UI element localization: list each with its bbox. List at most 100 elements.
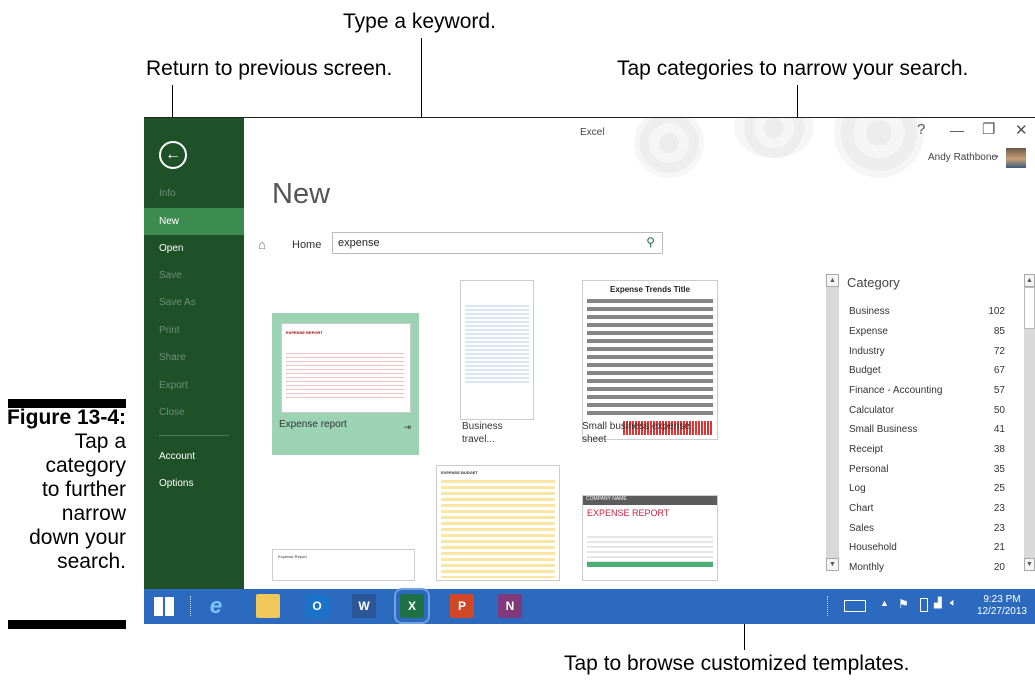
sidebar-item-close: Close [159, 407, 185, 418]
category-label: Small Business [849, 424, 918, 435]
sidebar-item-new[interactable]: New [144, 208, 244, 235]
avatar[interactable] [1006, 148, 1026, 168]
category-scrollbar-left[interactable]: ▲ ▼ [826, 274, 839, 571]
category-label: Monthly [849, 562, 885, 573]
scroll-down-icon[interactable]: ▼ [1024, 558, 1035, 571]
volume-icon[interactable]: 🔈︎ [950, 597, 957, 610]
category-item[interactable]: Finance - Accounting 57 [849, 381, 1025, 400]
keyboard-icon[interactable] [844, 600, 866, 612]
home-link[interactable]: Home [292, 239, 321, 251]
template-thumbnail-company-expense[interactable]: COMPANY NAME EXPENSE REPORT [582, 495, 718, 581]
thumb-grid [441, 480, 555, 578]
outlook-icon[interactable]: O [305, 594, 329, 618]
thumb-header: EXPENSE BUDGET [441, 470, 478, 475]
category-item[interactable]: Chart 23 [849, 499, 1025, 518]
app-title: Excel [580, 127, 605, 138]
template-name: Expense report [279, 419, 347, 430]
chevron-down-icon[interactable]: ▾ [995, 153, 999, 161]
sidebar-item-open[interactable]: Open [144, 235, 244, 262]
template-name[interactable]: Business travel... [462, 420, 522, 446]
tree-ring-decoration [734, 118, 814, 158]
category-item[interactable]: Personal 35 [849, 460, 1025, 479]
start-windows-icon[interactable] [154, 597, 174, 616]
windows-taskbar: e O W X P N ▲ ⚑ ▟ 🔈︎ 9:23 PM 12/27/2013 [144, 588, 1035, 624]
template-card-expense-report[interactable]: EXPENSE REPORT Expense report ⇥ [272, 313, 419, 455]
word-icon[interactable]: W [352, 594, 376, 618]
template-thumbnail: EXPENSE REPORT [281, 323, 411, 413]
category-item[interactable]: Business 102 [849, 302, 1025, 321]
template-thumbnail-expense-budget[interactable]: EXPENSE BUDGET [436, 465, 560, 581]
help-button[interactable]: ? [917, 121, 925, 138]
pin-icon[interactable]: ⇥ [403, 422, 411, 433]
sidebar-item-options[interactable]: Options [144, 470, 244, 497]
signal-icon[interactable]: ▟ [934, 598, 942, 609]
category-label: Sales [849, 523, 875, 534]
category-count: 23 [993, 523, 1005, 534]
category-count: 72 [993, 346, 1005, 357]
sidebar-item-save: Save [159, 270, 182, 281]
callout-return: Return to previous screen. [146, 57, 393, 80]
thumb-company: COMPANY NAME [583, 496, 717, 505]
template-thumbnail-expense-report-small[interactable]: Expense Report [272, 549, 415, 581]
category-item[interactable]: Budget 67 [849, 361, 1025, 380]
internet-explorer-icon[interactable]: e [204, 594, 228, 618]
template-thumbnail-business-travel[interactable] [460, 280, 534, 420]
onenote-icon[interactable]: N [498, 594, 522, 618]
category-item[interactable]: Log 25 [849, 479, 1025, 498]
category-count: 35 [993, 464, 1005, 475]
search-box[interactable]: expense ⚲ [332, 232, 663, 254]
category-item[interactable]: Sales 23 [849, 519, 1025, 538]
caption-line: Tap a [74, 430, 126, 453]
file-explorer-icon[interactable] [256, 594, 280, 618]
callout-keyword: Type a keyword. [343, 10, 496, 33]
template-thumbnail-small-business-expense[interactable]: Expense Trends Title [582, 280, 718, 440]
battery-icon[interactable] [920, 598, 928, 612]
category-label: Expense [849, 326, 888, 337]
category-item[interactable]: Expense 85 [849, 322, 1025, 341]
main-scrollbar-right[interactable]: ▲ ▼ [1024, 274, 1035, 571]
restore-button[interactable]: ❐ [982, 120, 995, 138]
category-label: Receipt [849, 444, 883, 455]
sidebar-item-export: Export [159, 380, 188, 391]
category-item[interactable]: Small Business 41 [849, 420, 1025, 439]
search-icon[interactable]: ⚲ [646, 235, 655, 249]
scroll-up-icon[interactable]: ▲ [826, 274, 839, 287]
home-icon[interactable]: ⌂ [258, 237, 266, 252]
excel-icon[interactable]: X [394, 588, 430, 624]
flag-icon[interactable]: ⚑ [898, 597, 909, 611]
scroll-down-icon[interactable]: ▼ [826, 558, 839, 571]
caption-line: category [45, 454, 126, 477]
scroll-thumb[interactable] [1024, 287, 1035, 329]
back-arrow-icon[interactable]: ← [159, 141, 187, 169]
category-count: 21 [993, 542, 1005, 553]
clock-date: 12/27/2013 [976, 606, 1027, 617]
tree-ring-decoration [834, 118, 924, 178]
sidebar-item-info: Info [159, 188, 176, 199]
user-name[interactable]: Andy Rathbone [928, 152, 997, 163]
thumb-grid [587, 299, 713, 419]
category-count: 50 [993, 405, 1005, 416]
taskbar-separator [827, 596, 830, 616]
scroll-up-icon[interactable]: ▲ [1024, 274, 1035, 287]
thumb-total [587, 562, 713, 567]
taskbar-clock[interactable]: 9:23 PM 12/27/2013 [977, 594, 1027, 618]
sidebar-item-share: Share [159, 352, 186, 363]
category-label: Industry [849, 346, 885, 357]
taskbar-separator [190, 596, 193, 616]
category-item[interactable]: Household 21 [849, 538, 1025, 557]
sidebar-item-print: Print [159, 325, 180, 336]
template-name[interactable]: Small business expense sheet [582, 420, 712, 446]
close-button[interactable]: ✕ [1015, 121, 1028, 139]
chevron-up-icon[interactable]: ▲ [880, 598, 889, 608]
category-item[interactable]: Receipt 38 [849, 440, 1025, 459]
search-input[interactable]: expense [338, 237, 380, 249]
category-label: Log [849, 483, 866, 494]
category-label: Chart [849, 503, 874, 514]
thumb-header: EXPENSE REPORT [587, 508, 670, 518]
category-item[interactable]: Calculator 50 [849, 401, 1025, 420]
category-item[interactable]: Monthly 20 [849, 558, 1025, 577]
sidebar-item-account[interactable]: Account [144, 443, 244, 470]
minimize-button[interactable]: — [950, 122, 964, 138]
powerpoint-icon[interactable]: P [450, 594, 474, 618]
category-item[interactable]: Industry 72 [849, 342, 1025, 361]
